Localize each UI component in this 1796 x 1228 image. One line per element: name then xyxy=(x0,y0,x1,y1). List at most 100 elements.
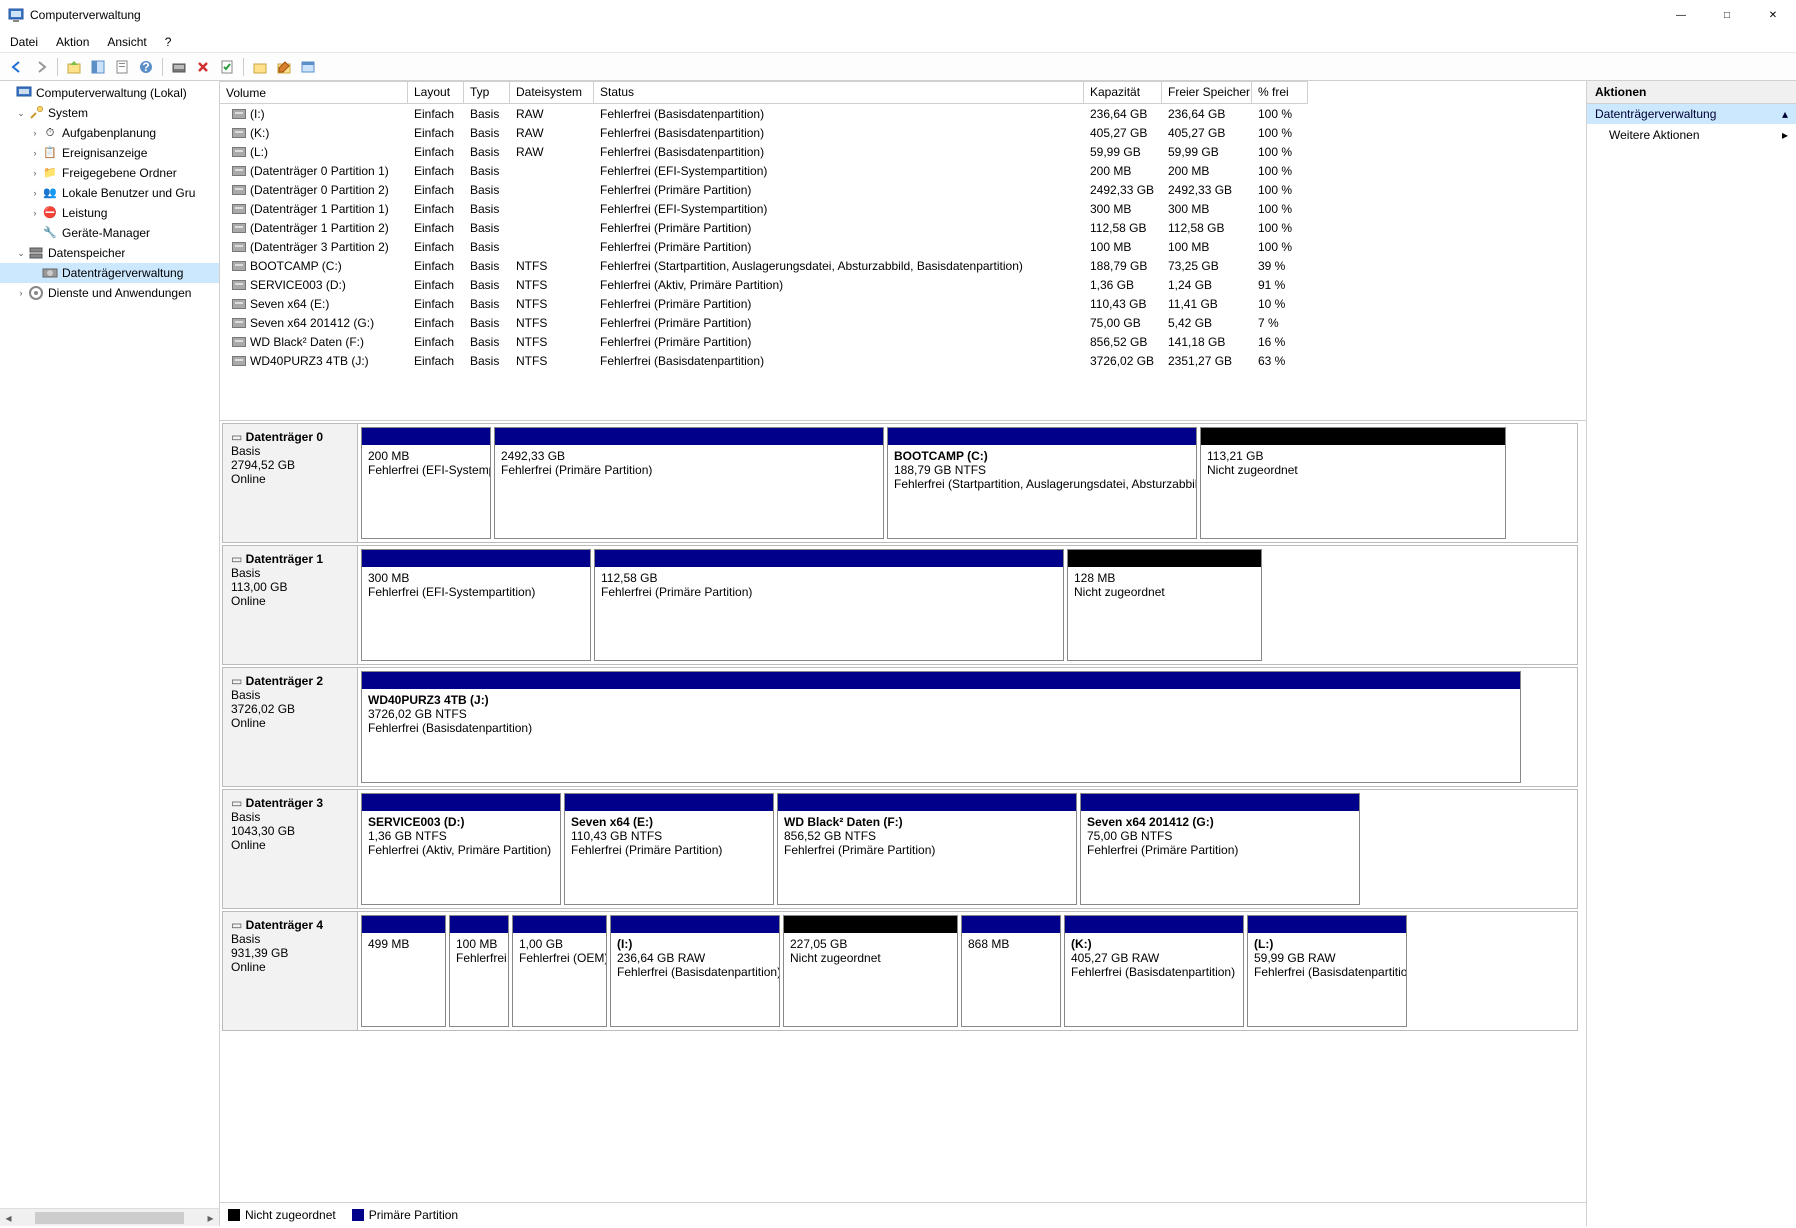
menu-help[interactable]: ? xyxy=(163,35,174,49)
col-pct[interactable]: % frei xyxy=(1252,81,1308,104)
tree-item-2[interactable]: ›📁Freigegebene Ordner xyxy=(0,163,219,183)
disk-info[interactable]: Datenträger 2 Basis 3726,02 GB Online xyxy=(223,668,358,786)
actions-more[interactable]: Weitere Aktionen ▸ xyxy=(1587,124,1796,146)
expand-icon[interactable]: › xyxy=(28,188,42,198)
volume-row[interactable]: WD40PURZ3 4TB (J:)EinfachBasisNTFSFehler… xyxy=(220,351,1586,370)
tree-item-4[interactable]: ›⛔Leistung xyxy=(0,203,219,223)
menu-aktion[interactable]: Aktion xyxy=(54,35,91,49)
col-status[interactable]: Status xyxy=(594,81,1084,104)
collapse-icon[interactable]: ⌄ xyxy=(14,108,28,119)
tree-item-1[interactable]: ›📋Ereignisanzeige xyxy=(0,143,219,163)
close-button[interactable]: ✕ xyxy=(1750,0,1796,30)
show-hide-tree-button[interactable] xyxy=(87,56,109,78)
tree-system[interactable]: ⌄ System xyxy=(0,103,219,123)
col-layout[interactable]: Layout xyxy=(408,81,464,104)
delete-button[interactable] xyxy=(192,56,214,78)
partition[interactable]: 113,21 GB Nicht zugeordnet xyxy=(1200,427,1506,539)
partition[interactable]: (K:) 405,27 GB RAW Fehlerfrei (Basisdate… xyxy=(1064,915,1244,1027)
navigation-tree[interactable]: Computerverwaltung (Lokal) ⌄ System ›⏱Au… xyxy=(0,81,219,1208)
partition[interactable]: SERVICE003 (D:) 1,36 GB NTFS Fehlerfrei … xyxy=(361,793,561,905)
partition[interactable]: Seven x64 201412 (G:) 75,00 GB NTFS Fehl… xyxy=(1080,793,1360,905)
partition[interactable]: Seven x64 (E:) 110,43 GB NTFS Fehlerfrei… xyxy=(564,793,774,905)
volume-row[interactable]: SERVICE003 (D:)EinfachBasisNTFSFehlerfre… xyxy=(220,275,1586,294)
menu-ansicht[interactable]: Ansicht xyxy=(105,35,148,49)
col-free[interactable]: Freier Speicher xyxy=(1162,81,1252,104)
expand-icon[interactable]: › xyxy=(28,168,42,178)
partition[interactable]: 100 MB Fehlerfrei xyxy=(449,915,509,1027)
volume-row[interactable]: (Datenträger 1 Partition 1)EinfachBasisF… xyxy=(220,199,1586,218)
volume-row[interactable]: BOOTCAMP (C:)EinfachBasisNTFSFehlerfrei … xyxy=(220,256,1586,275)
edit-button[interactable] xyxy=(273,56,295,78)
disk-block[interactable]: Datenträger 2 Basis 3726,02 GB Online WD… xyxy=(222,667,1578,787)
partition[interactable]: (I:) 236,64 GB RAW Fehlerfrei (Basisdate… xyxy=(610,915,780,1027)
menu-datei[interactable]: Datei xyxy=(8,35,40,49)
col-volume[interactable]: Volume xyxy=(220,81,408,104)
expand-icon[interactable]: › xyxy=(28,148,42,158)
volume-row[interactable]: (Datenträger 3 Partition 2)EinfachBasisF… xyxy=(220,237,1586,256)
tree-item-0[interactable]: ›⏱Aufgabenplanung xyxy=(0,123,219,143)
partition[interactable]: 2492,33 GB Fehlerfrei (Primäre Partition… xyxy=(494,427,884,539)
refresh-button[interactable] xyxy=(168,56,190,78)
scroll-thumb[interactable] xyxy=(35,1212,184,1224)
tree-scrollbar[interactable]: ◂ ▸ xyxy=(0,1208,219,1226)
partition[interactable]: WD Black² Daten (F:) 856,52 GB NTFS Fehl… xyxy=(777,793,1077,905)
tree-root[interactable]: Computerverwaltung (Lokal) xyxy=(0,83,219,103)
forward-button[interactable] xyxy=(30,56,52,78)
expand-icon[interactable]: › xyxy=(28,208,42,218)
volume-row[interactable]: (Datenträger 0 Partition 2)EinfachBasisF… xyxy=(220,180,1586,199)
view-button[interactable] xyxy=(297,56,319,78)
partition[interactable]: (L:) 59,99 GB RAW Fehlerfrei (Basisdaten… xyxy=(1247,915,1407,1027)
tree-services[interactable]: › Dienste und Anwendungen xyxy=(0,283,219,303)
minimize-button[interactable]: — xyxy=(1658,0,1704,30)
volume-list-body[interactable]: (I:)EinfachBasisRAWFehlerfrei (Basisdate… xyxy=(220,104,1586,420)
expand-icon[interactable]: › xyxy=(14,288,28,298)
disk-info[interactable]: Datenträger 3 Basis 1043,30 GB Online xyxy=(223,790,358,908)
partition[interactable]: BOOTCAMP (C:) 188,79 GB NTFS Fehlerfrei … xyxy=(887,427,1197,539)
partition[interactable]: 227,05 GB Nicht zugeordnet xyxy=(783,915,958,1027)
disk-block[interactable]: Datenträger 1 Basis 113,00 GB Online 300… xyxy=(222,545,1578,665)
properties-button[interactable] xyxy=(111,56,133,78)
back-button[interactable] xyxy=(6,56,28,78)
expand-icon[interactable]: › xyxy=(28,128,42,138)
partition[interactable]: WD40PURZ3 4TB (J:) 3726,02 GB NTFS Fehle… xyxy=(361,671,1521,783)
scroll-right-button[interactable]: ▸ xyxy=(202,1210,219,1226)
volume-row[interactable]: Seven x64 (E:)EinfachBasisNTFSFehlerfrei… xyxy=(220,294,1586,313)
maximize-button[interactable]: □ xyxy=(1704,0,1750,30)
help-button[interactable]: ? xyxy=(135,56,157,78)
col-fs[interactable]: Dateisystem xyxy=(510,81,594,104)
partition[interactable]: 112,58 GB Fehlerfrei (Primäre Partition) xyxy=(594,549,1064,661)
disk-block[interactable]: Datenträger 3 Basis 1043,30 GB Online SE… xyxy=(222,789,1578,909)
disk-info[interactable]: Datenträger 0 Basis 2794,52 GB Online xyxy=(223,424,358,542)
disk-graphical-view[interactable]: Datenträger 0 Basis 2794,52 GB Online 20… xyxy=(220,421,1586,1202)
volume-row[interactable]: (Datenträger 1 Partition 2)EinfachBasisF… xyxy=(220,218,1586,237)
col-cap[interactable]: Kapazität xyxy=(1084,81,1162,104)
disk-block[interactable]: Datenträger 0 Basis 2794,52 GB Online 20… xyxy=(222,423,1578,543)
partition[interactable]: 1,00 GB Fehlerfrei (OEM) xyxy=(512,915,607,1027)
partition[interactable]: 499 MB xyxy=(361,915,446,1027)
partition[interactable]: 128 MB Nicht zugeordnet xyxy=(1067,549,1262,661)
disk-info[interactable]: Datenträger 1 Basis 113,00 GB Online xyxy=(223,546,358,664)
folder-button[interactable] xyxy=(249,56,271,78)
actions-context[interactable]: Datenträgerverwaltung ▴ xyxy=(1587,104,1796,124)
partition[interactable]: 200 MB Fehlerfrei (EFI-Systempartition) xyxy=(361,427,491,539)
volume-row[interactable]: WD Black² Daten (F:)EinfachBasisNTFSFehl… xyxy=(220,332,1586,351)
tree-storage[interactable]: ⌄ Datenspeicher xyxy=(0,243,219,263)
partition[interactable]: 868 MB xyxy=(961,915,1061,1027)
scroll-left-button[interactable]: ◂ xyxy=(0,1210,17,1226)
tree-item-3[interactable]: ›👥Lokale Benutzer und Gru xyxy=(0,183,219,203)
partition[interactable]: 300 MB Fehlerfrei (EFI-Systempartition) xyxy=(361,549,591,661)
partition-info: Fehlerfrei (Primäre Partition) xyxy=(571,843,767,857)
check-button[interactable] xyxy=(216,56,238,78)
volume-row[interactable]: (L:)EinfachBasisRAWFehlerfrei (Basisdate… xyxy=(220,142,1586,161)
disk-block[interactable]: Datenträger 4 Basis 931,39 GB Online 499… xyxy=(222,911,1578,1031)
disk-info[interactable]: Datenträger 4 Basis 931,39 GB Online xyxy=(223,912,358,1030)
volume-row[interactable]: (I:)EinfachBasisRAWFehlerfrei (Basisdate… xyxy=(220,104,1586,123)
volume-row[interactable]: Seven x64 201412 (G:)EinfachBasisNTFSFeh… xyxy=(220,313,1586,332)
tree-item-5[interactable]: 🔧Geräte-Manager xyxy=(0,223,219,243)
collapse-icon[interactable]: ⌄ xyxy=(14,248,28,259)
volume-row[interactable]: (Datenträger 0 Partition 1)EinfachBasisF… xyxy=(220,161,1586,180)
tree-disk-management[interactable]: Datenträgerverwaltung xyxy=(0,263,219,283)
up-button[interactable] xyxy=(63,56,85,78)
col-type[interactable]: Typ xyxy=(464,81,510,104)
volume-row[interactable]: (K:)EinfachBasisRAWFehlerfrei (Basisdate… xyxy=(220,123,1586,142)
